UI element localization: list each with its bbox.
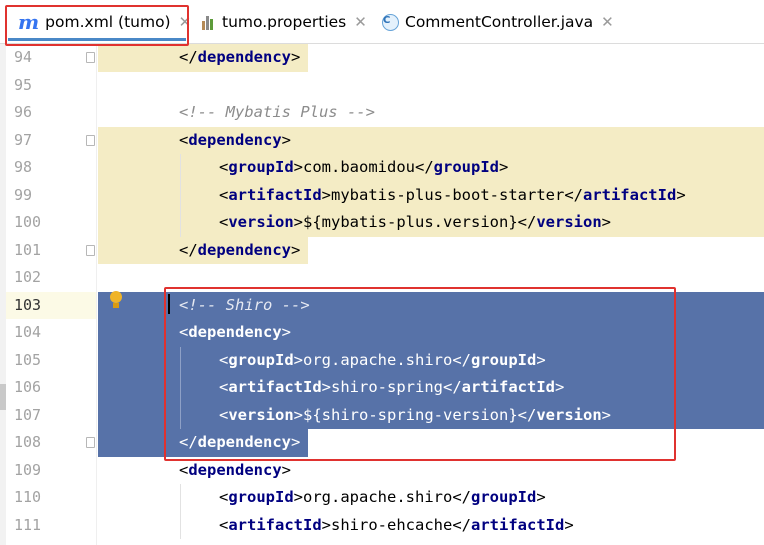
fold-marker-icon[interactable] bbox=[86, 52, 95, 63]
code-line: 111 <artifactId>shiro-ehcache</artifactId… bbox=[0, 512, 764, 540]
close-icon[interactable]: ✕ bbox=[179, 13, 192, 31]
code-line: 96 <!-- Mybatis Plus --> bbox=[0, 99, 764, 127]
code-line: 105 <groupId>org.apache.shiro</groupId> bbox=[0, 347, 764, 375]
line-number: 106 bbox=[14, 378, 42, 396]
line-number: 95 bbox=[14, 75, 33, 94]
code-text: <!-- Shiro --> bbox=[179, 295, 310, 314]
code-text: </dependency> bbox=[179, 240, 301, 259]
code-text: <dependency> bbox=[179, 130, 292, 149]
code-line: 102 bbox=[0, 264, 764, 292]
code-line: 98 <groupId>com.baomidou</groupId> bbox=[0, 154, 764, 182]
code-text: <artifactId>mybatis-plus-boot-starter</a… bbox=[219, 185, 686, 204]
line-number: 104 bbox=[14, 323, 42, 341]
code-text: <version>${mybatis-plus.version}</versio… bbox=[219, 213, 611, 231]
code-text: <artifactId>shiro-spring</artifactId> bbox=[219, 378, 565, 396]
line-number: 96 bbox=[14, 103, 33, 121]
code-line: 94 </dependency> bbox=[0, 44, 764, 72]
code-text: <!-- Mybatis Plus --> bbox=[179, 103, 375, 121]
code-line: 109 <dependency> bbox=[0, 457, 764, 485]
editor-tab-bar: m pom.xml (tumo) ✕ tumo.properties ✕ C C… bbox=[0, 0, 764, 44]
line-number: 110 bbox=[14, 488, 42, 506]
line-number: 97 bbox=[14, 130, 33, 149]
lightbulb-intention-icon[interactable] bbox=[108, 291, 124, 311]
code-text: </dependency> bbox=[179, 433, 301, 451]
close-icon[interactable]: ✕ bbox=[354, 13, 367, 31]
line-number: 108 bbox=[14, 433, 42, 451]
code-line: 100 <version>${mybatis-plus.version}</ver… bbox=[0, 209, 764, 237]
line-number: 109 bbox=[14, 460, 42, 479]
code-line: 108 </dependency> bbox=[0, 429, 764, 457]
code-text: <groupId>org.apache.shiro</groupId> bbox=[219, 488, 546, 506]
maven-m-icon: m bbox=[18, 10, 40, 34]
line-number: 107 bbox=[14, 405, 42, 424]
line-number: 111 bbox=[14, 515, 42, 534]
active-tab-indicator bbox=[8, 38, 186, 41]
line-number: 101 bbox=[14, 240, 42, 259]
line-number: 102 bbox=[14, 268, 42, 286]
fold-marker-icon[interactable] bbox=[86, 244, 95, 256]
code-line: 99 <artifactId>mybatis-plus-boot-starter<… bbox=[0, 182, 764, 210]
tab-label: tumo.properties bbox=[222, 13, 347, 31]
line-number: 98 bbox=[14, 158, 33, 176]
line-number: 105 bbox=[14, 350, 42, 369]
text-caret bbox=[168, 294, 170, 314]
code-text: <dependency> bbox=[179, 460, 292, 479]
code-line: 95 bbox=[0, 72, 764, 100]
code-line: 101 </dependency> bbox=[0, 237, 764, 265]
code-line: 97 <dependency> bbox=[0, 127, 764, 155]
line-number: 94 bbox=[14, 48, 33, 66]
tab-label: CommentController.java bbox=[405, 13, 594, 31]
code-line: 104 <dependency> bbox=[0, 319, 764, 347]
properties-file-icon bbox=[202, 14, 216, 30]
code-text: <groupId>org.apache.shiro</groupId> bbox=[219, 350, 546, 369]
fold-marker-icon[interactable] bbox=[86, 437, 95, 448]
fold-marker-icon[interactable] bbox=[86, 134, 95, 146]
code-line: 107 <version>${shiro-spring-version}</ver… bbox=[0, 402, 764, 430]
line-number: 100 bbox=[14, 213, 42, 231]
line-number: 99 bbox=[14, 185, 33, 204]
line-number: 103 bbox=[14, 295, 42, 314]
code-text: <dependency> bbox=[179, 323, 292, 341]
code-line: 106 <artifactId>shiro-spring</artifactId> bbox=[0, 374, 764, 402]
close-icon[interactable]: ✕ bbox=[601, 13, 614, 31]
code-text: <artifactId>shiro-ehcache</artifactId> bbox=[219, 515, 574, 534]
tab-label: pom.xml (tumo) bbox=[45, 13, 171, 31]
code-text: </dependency> bbox=[179, 48, 301, 66]
code-text: <version>${shiro-spring-version}</versio… bbox=[219, 405, 611, 424]
java-class-icon: C bbox=[382, 13, 399, 31]
code-line: 110 <groupId>org.apache.shiro</groupId> bbox=[0, 484, 764, 512]
tab-tumo-properties[interactable]: tumo.properties ✕ bbox=[202, 0, 367, 44]
code-text: <groupId>com.baomidou</groupId> bbox=[219, 158, 509, 176]
tab-comment-controller[interactable]: C CommentController.java ✕ bbox=[382, 0, 614, 44]
